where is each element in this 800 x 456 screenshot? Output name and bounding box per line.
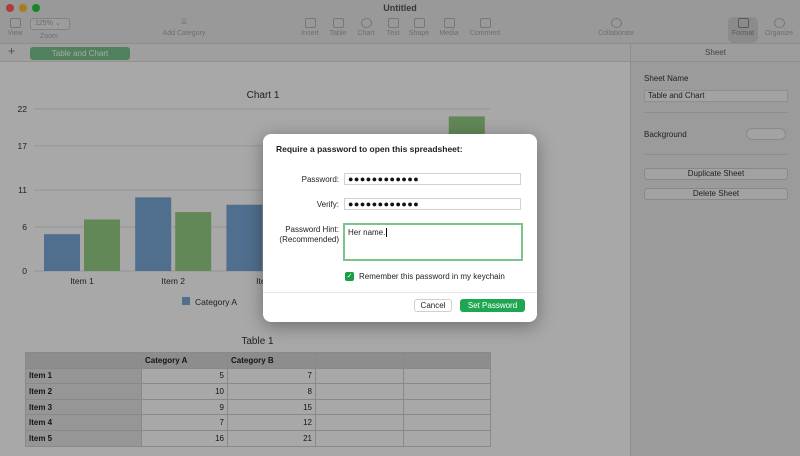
remember-keychain-label[interactable]: Remember this password in my keychain — [359, 272, 505, 281]
set-password-button[interactable]: Set Password — [460, 299, 525, 312]
password-field[interactable]: ●●●●●●●●●●●● — [344, 173, 521, 185]
cancel-button[interactable]: Cancel — [414, 299, 452, 312]
text-cursor — [386, 228, 388, 237]
checkmark-icon: ✓ — [346, 273, 353, 280]
password-hint-field[interactable]: Her name. — [343, 223, 523, 261]
password-label: Password: — [301, 175, 339, 184]
verify-field[interactable]: ●●●●●●●●●●●● — [344, 198, 521, 210]
dialog-divider — [263, 292, 537, 293]
password-dialog: Require a password to open this spreadsh… — [263, 134, 537, 322]
verify-label: Verify: — [316, 200, 339, 209]
password-hint-label: Password Hint: — [285, 225, 339, 234]
remember-keychain-checkbox[interactable]: ✓ — [345, 272, 354, 281]
dialog-title: Require a password to open this spreadsh… — [276, 144, 463, 154]
password-hint-value: Her name. — [348, 228, 386, 237]
password-hint-recommended-label: (Recommended) — [279, 235, 339, 244]
